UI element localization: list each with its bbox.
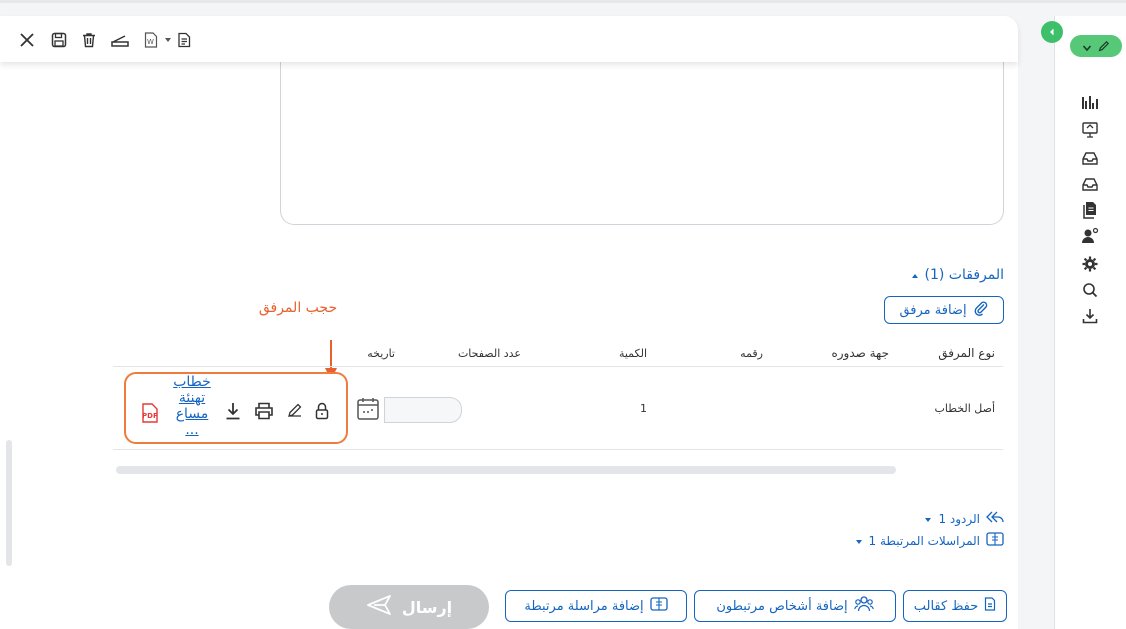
add-related-correspondence-button[interactable]: إضافة مراسلة مرتبطة	[505, 590, 687, 622]
vertical-scrollbar[interactable]	[6, 440, 12, 566]
chevron-down-icon	[1082, 37, 1092, 56]
monitor-icon[interactable]	[1080, 120, 1100, 140]
add-attachment-button[interactable]: إضافة مرفق	[884, 296, 1004, 324]
date-input[interactable]	[384, 397, 462, 423]
send-button[interactable]: إرسال	[329, 585, 489, 629]
attachments-title: المرفقات (1)	[924, 267, 1005, 283]
copy-icon[interactable]	[176, 30, 192, 50]
column-header-actions	[113, 340, 277, 367]
column-header-date: تاريخه	[277, 340, 403, 367]
chevron-left-icon	[1050, 28, 1054, 36]
related-correspondence-link[interactable]: المراسلات المرتبطة 1	[820, 532, 1004, 549]
close-icon[interactable]	[18, 30, 36, 50]
cell-quantity: 1	[529, 366, 655, 450]
inbox-icon[interactable]	[1080, 148, 1100, 168]
cell-type: أصل الخطاب	[897, 366, 1003, 450]
outbox-icon[interactable]	[1080, 174, 1100, 194]
pencil-icon	[1098, 37, 1110, 56]
caret-down-icon	[855, 534, 863, 548]
word-template-icon[interactable]: W	[143, 30, 159, 50]
paperclip-icon	[973, 300, 989, 320]
user-settings-icon[interactable]	[1080, 226, 1100, 246]
attachment-file-link[interactable]: خطاب تهنئة مساع ...	[168, 374, 216, 438]
cell-number	[655, 366, 771, 450]
scanner-icon[interactable]	[110, 30, 130, 50]
gear-icon[interactable]	[1080, 254, 1100, 274]
documents-icon[interactable]	[1080, 200, 1100, 220]
column-header-type: نوع المرفق	[897, 340, 1003, 367]
document-toolbar: W	[0, 16, 1018, 62]
horizontal-scrollbar[interactable]	[116, 466, 896, 474]
add-related-people-button[interactable]: إضافة أشخاص مرتبطون	[694, 590, 896, 622]
top-divider	[0, 0, 1126, 3]
caret-down-icon	[924, 512, 932, 526]
annotation-label: حجب المرفق	[258, 300, 338, 316]
template-icon	[984, 597, 996, 615]
search-icon[interactable]	[1080, 280, 1100, 300]
replies-link[interactable]: الردود 1	[898, 510, 1004, 527]
reply-all-icon	[986, 510, 1004, 527]
download-icon[interactable]	[1080, 306, 1100, 326]
save-icon[interactable]	[50, 30, 68, 50]
lock-icon[interactable]	[314, 402, 330, 420]
pdf-icon[interactable]: PDF	[138, 402, 162, 424]
related-label: المراسلات المرتبطة 1	[868, 533, 980, 548]
save-template-button[interactable]: حفظ كقالب	[903, 590, 1007, 622]
body-textarea[interactable]	[280, 60, 1004, 225]
folder-link-icon	[986, 532, 1004, 549]
print-icon[interactable]	[254, 402, 274, 420]
folder-link-icon	[650, 597, 668, 615]
delete-icon[interactable]	[80, 30, 98, 50]
sidebar-toggle-pill[interactable]	[1070, 35, 1122, 57]
column-header-pages: عدد الصفحات	[403, 340, 529, 367]
replies-label: الردود 1	[938, 511, 980, 526]
send-label: إرسال	[401, 597, 453, 617]
chart-icon[interactable]	[1080, 92, 1100, 112]
column-header-quantity: الكمية	[529, 340, 655, 367]
edit-icon[interactable]	[286, 402, 304, 418]
table-header-row: نوع المرفق جهة صدوره رقمه الكمية عدد الص…	[113, 340, 1003, 367]
add-related-correspondence-label: إضافة مراسلة مرتبطة	[524, 598, 644, 614]
add-attachment-label: إضافة مرفق	[899, 302, 967, 318]
send-icon	[366, 594, 392, 620]
caret-up-icon	[911, 267, 919, 283]
save-template-label: حفظ كقالب	[913, 598, 979, 614]
cell-issuer	[771, 366, 897, 450]
add-related-people-label: إضافة أشخاص مرتبطون	[716, 598, 848, 614]
svg-text:W: W	[147, 38, 154, 46]
people-icon	[853, 595, 874, 617]
chevron-down-icon[interactable]	[163, 30, 173, 50]
calendar-icon[interactable]	[356, 397, 380, 425]
attachments-header[interactable]: المرفقات (1)	[880, 264, 1004, 286]
sidebar-collapse-button[interactable]	[1041, 21, 1063, 43]
download-icon[interactable]	[224, 402, 242, 420]
column-header-number: رقمه	[655, 340, 771, 367]
svg-text:PDF: PDF	[142, 412, 158, 420]
column-header-issuer: جهة صدوره	[771, 340, 897, 367]
